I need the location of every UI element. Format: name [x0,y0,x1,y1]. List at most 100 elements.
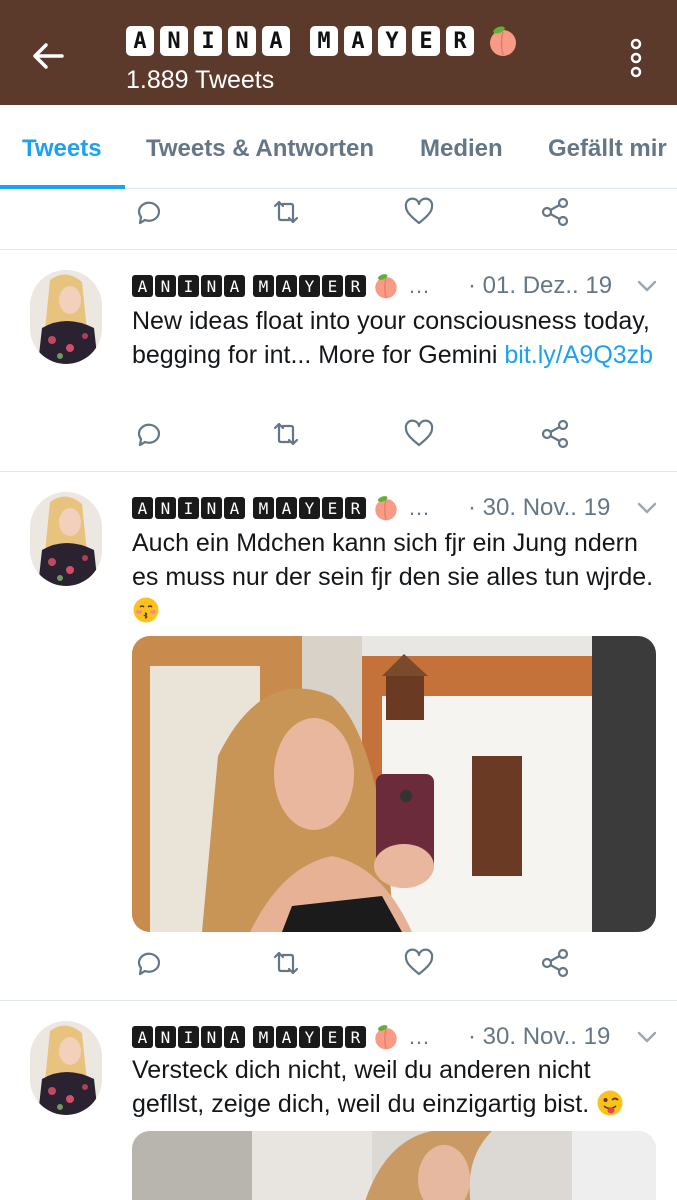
divider [0,1000,677,1001]
peach-icon [375,496,397,521]
selfie-photo [132,1131,656,1200]
divider [0,249,677,250]
tweet-text: Versteck dich nicht, weil du anderen nic… [132,1053,660,1121]
author-letter: M [253,275,274,297]
like-icon[interactable] [403,418,435,450]
divider [0,471,677,472]
tweet-count: 1.889 Tweets [126,66,275,94]
author-letter: M [253,497,274,519]
name-letter: I [194,26,222,56]
author-letter: A [132,497,153,519]
profile-header: A N I N A M A Y E R 1.889 Tweets [0,0,677,105]
tweet-body: Versteck dich nicht, weil du anderen nic… [132,1056,597,1118]
chevron-down-icon[interactable] [636,500,658,516]
author-letter: M [253,1026,274,1048]
kissing-face-icon [133,597,159,623]
author-letter: A [276,1026,297,1048]
tab-likes[interactable]: Gefällt mir [548,135,667,163]
name-letter: A [126,26,154,56]
retweet-icon[interactable] [270,947,302,979]
avatar-image [30,1021,102,1115]
author-letter: R [345,275,366,297]
author-letter: R [345,497,366,519]
author-letter: R [345,1026,366,1048]
avatar[interactable] [30,1021,102,1115]
author-letter: A [276,275,297,297]
tweet-author[interactable]: A N I N A M A Y E R … [132,272,430,300]
author-letter: A [224,497,245,519]
author-letter: A [224,275,245,297]
chevron-down-icon[interactable] [636,278,658,294]
reply-icon[interactable] [133,418,165,450]
author-letter: Y [299,497,320,519]
share-icon[interactable] [539,196,571,228]
author-letter: I [178,275,199,297]
name-letter: A [262,26,290,56]
tab-tweets-replies[interactable]: Tweets & Antworten [146,135,374,163]
more-vertical-icon[interactable] [629,38,643,78]
retweet-icon[interactable] [270,418,302,450]
name-ellipsis: … [408,1024,430,1049]
peach-icon [490,26,516,56]
author-letter: N [201,1026,222,1048]
name-letter: A [344,26,372,56]
tweet-media[interactable] [132,636,656,932]
reply-icon[interactable] [133,196,165,228]
like-icon[interactable] [403,196,435,228]
name-ellipsis: … [408,495,430,520]
winking-tongue-face-icon [597,1090,623,1116]
avatar[interactable] [30,270,102,364]
tweet-body: Auch ein Mdchen kann sich fjr ein Jung n… [132,529,654,591]
tweet-date[interactable]: · 30. Nov.. 19 [468,494,610,522]
author-letter: A [224,1026,245,1048]
author-letter: E [322,497,343,519]
author-letter: A [132,1026,153,1048]
author-letter: I [178,497,199,519]
name-letter: Y [378,26,406,56]
active-tab-indicator [0,185,125,189]
reply-icon[interactable] [133,947,165,979]
tweet-author[interactable]: A N I N A M A Y E R … [132,1023,430,1051]
tweet-actions [0,196,677,236]
tweet-media[interactable] [132,1131,656,1200]
tweet-date[interactable]: · 01. Dez.. 19 [468,272,612,300]
like-icon[interactable] [403,947,435,979]
author-letter: A [276,497,297,519]
share-icon[interactable] [539,947,571,979]
profile-name: A N I N A M A Y E R [126,24,520,58]
peach-icon [375,1025,397,1050]
name-letter: M [310,26,338,56]
tweet-date[interactable]: · 30. Nov.. 19 [468,1023,610,1051]
profile-tabs: Tweets Tweets & Antworten Medien Gefällt… [0,105,677,189]
author-letter: N [155,275,176,297]
share-icon[interactable] [539,418,571,450]
name-letter: R [446,26,474,56]
author-letter: E [322,1026,343,1048]
tweet-text: New ideas float into your consciousness … [132,304,660,372]
avatar-image [30,492,102,586]
author-letter: Y [299,275,320,297]
tweet-actions [0,947,677,987]
selfie-photo [132,636,656,932]
tab-tweets[interactable]: Tweets [22,135,102,163]
author-letter: N [201,497,222,519]
name-letter: N [228,26,256,56]
name-ellipsis: … [408,273,430,298]
avatar[interactable] [30,492,102,586]
author-letter: A [132,275,153,297]
author-letter: E [322,275,343,297]
peach-icon [375,274,397,299]
retweet-icon[interactable] [270,196,302,228]
author-letter: I [178,1026,199,1048]
tab-media[interactable]: Medien [420,135,503,163]
tweet-link[interactable]: bit.ly/A9Q3zb [504,341,653,369]
tweet-text: Auch ein Mdchen kann sich fjr ein Jung n… [132,526,660,628]
chevron-down-icon[interactable] [636,1029,658,1045]
author-letter: N [155,1026,176,1048]
author-letter: N [201,275,222,297]
author-letter: Y [299,1026,320,1048]
name-letter: N [160,26,188,56]
arrow-left-icon[interactable] [28,36,68,76]
tweet-author[interactable]: A N I N A M A Y E R … [132,494,430,522]
author-letter: N [155,497,176,519]
